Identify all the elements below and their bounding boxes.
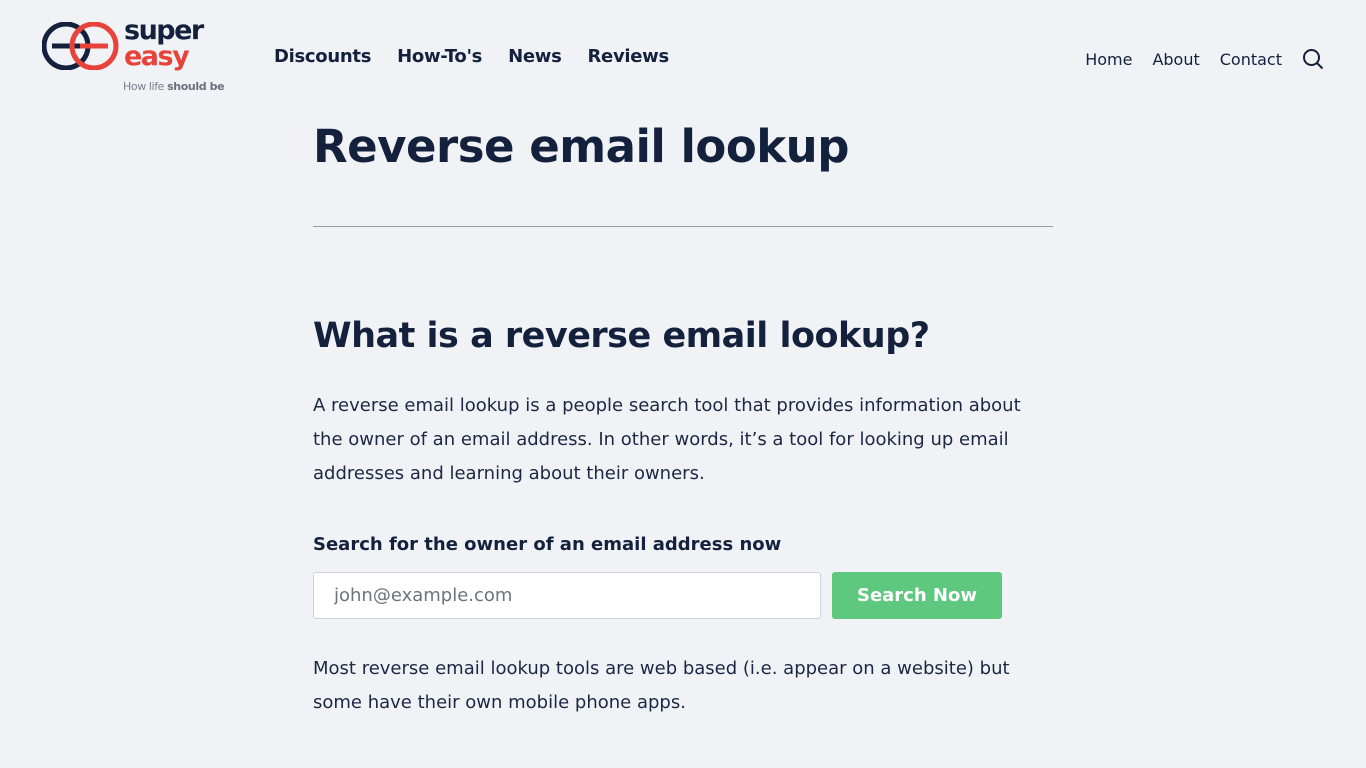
secondary-nav: Home About Contact	[1085, 48, 1324, 70]
nav-contact[interactable]: Contact	[1220, 50, 1282, 69]
followup-paragraph: Most reverse email lookup tools are web …	[313, 658, 1010, 713]
nav-discounts[interactable]: Discounts	[274, 46, 371, 67]
search-now-button[interactable]: Search Now	[832, 572, 1002, 619]
logo-wordmark: super easy	[124, 15, 204, 72]
nav-reviews[interactable]: Reviews	[588, 46, 670, 67]
divider	[313, 226, 1053, 227]
page-title: Reverse email lookup	[313, 120, 849, 173]
nav-about[interactable]: About	[1152, 50, 1199, 69]
section-heading: What is a reverse email lookup?	[313, 316, 930, 356]
search-label: Search for the owner of an email address…	[313, 534, 782, 555]
tagline: How life should be	[123, 80, 225, 93]
logo[interactable]: super easy How life should be	[42, 15, 232, 98]
nav-how-tos[interactable]: How-To's	[397, 46, 482, 67]
nav-news[interactable]: News	[508, 46, 562, 67]
nav-home[interactable]: Home	[1085, 50, 1132, 69]
search-icon[interactable]	[1302, 48, 1324, 70]
main-nav: Discounts How-To's News Reviews	[274, 46, 669, 67]
logo-mark-icon	[42, 22, 119, 70]
email-search-input[interactable]	[313, 572, 821, 619]
intro-paragraph: A reverse email lookup is a people searc…	[313, 395, 1021, 484]
